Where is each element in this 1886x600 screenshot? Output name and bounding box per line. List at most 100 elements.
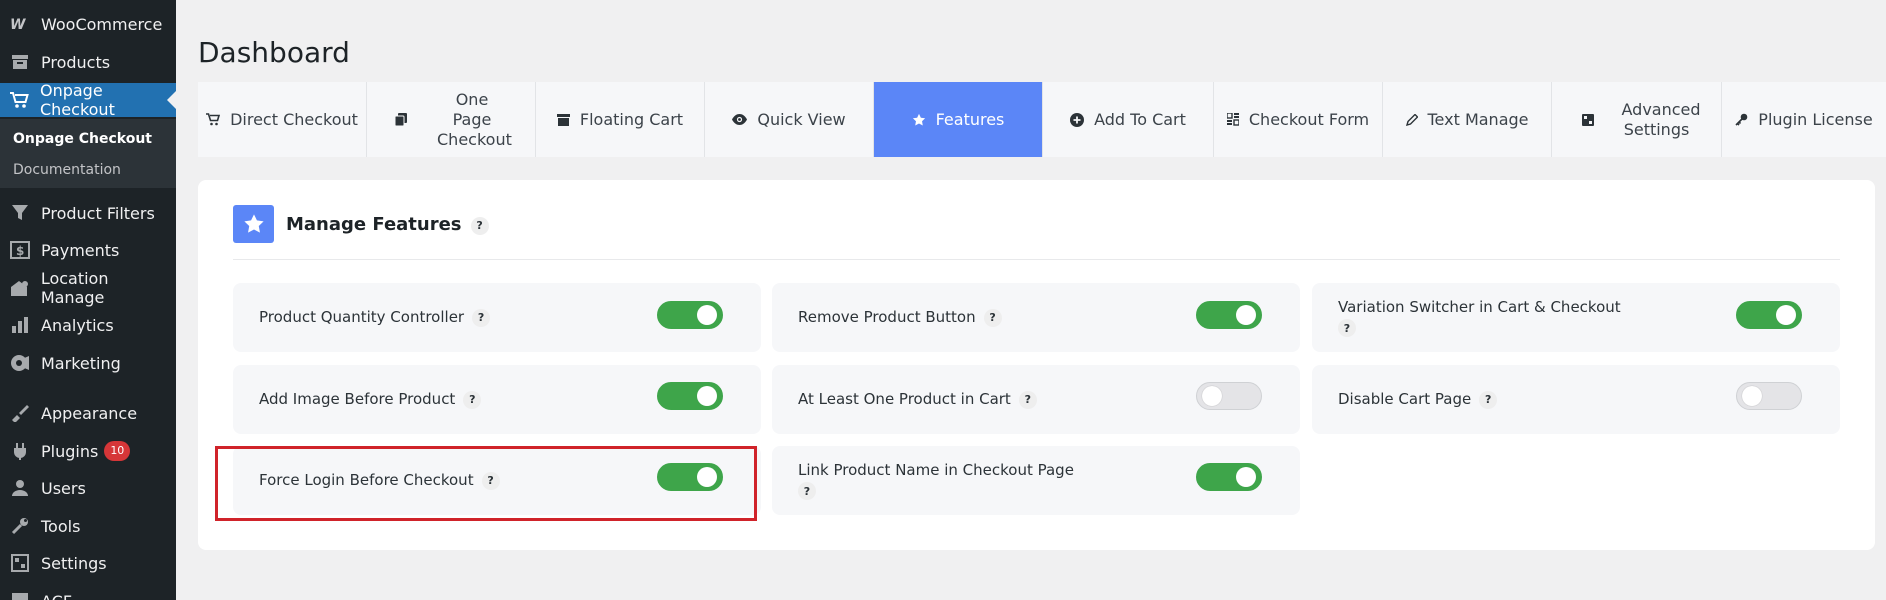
tab-label: Checkout Form [1248, 109, 1370, 129]
feature-card-product-quantity-controller: Product Quantity Controller? [233, 283, 761, 352]
feature-label: Remove Product Button [798, 308, 976, 326]
star-icon [233, 205, 274, 243]
tab-label: Floating Cart [579, 109, 684, 129]
feature-card-remove-product-button: Remove Product Button? [772, 283, 1300, 352]
archive-icon [9, 51, 31, 73]
help-icon[interactable]: ? [1018, 390, 1037, 409]
sidebar-item-label: Tools [41, 516, 81, 536]
submenu-item-onpage-checkout[interactable]: Onpage Checkout [13, 131, 152, 147]
sidebar-item-tools[interactable]: Tools [0, 509, 176, 543]
tab-label: Plugin License [1758, 109, 1873, 129]
toggle-knob [1202, 386, 1222, 406]
sidebar-item-label: Location Manage [40, 269, 109, 307]
tab-checkout-form[interactable]: Checkout Form [1214, 82, 1383, 157]
feature-card-link-product-name: Link Product Name in Checkout Page? [772, 446, 1300, 515]
add-image-before-product-toggle[interactable] [657, 382, 723, 410]
feature-card-variation-switcher: Variation Switcher in Cart & Checkout? [1312, 283, 1840, 352]
grid-icon [9, 590, 31, 600]
brush-icon [9, 402, 31, 424]
tab-add-to-cart[interactable]: Add To Cart [1043, 82, 1214, 157]
cart-icon [9, 89, 30, 111]
help-icon[interactable]: ? [983, 308, 1002, 327]
help-icon[interactable]: ? [463, 390, 482, 409]
manage-features-panel: Manage Features ? Product Quantity Contr… [198, 180, 1875, 550]
sidebar-item-woocommerce[interactable]: W WooCommerce [0, 7, 176, 41]
key-icon [1735, 113, 1748, 126]
sidebar-item-users[interactable]: Users [0, 471, 176, 505]
sidebar-item-label: Products [41, 52, 111, 72]
sidebar-item-appearance[interactable]: Appearance [0, 396, 176, 430]
sidebar-item-onpage-checkout[interactable]: Onpage Checkout [0, 81, 176, 119]
sidebar-item-label: Payments [41, 240, 120, 260]
tab-label: One Page Checkout [437, 89, 512, 149]
toggle-knob [697, 467, 717, 487]
sidebar-item-label: Product Filters [41, 203, 155, 223]
toggle-knob [1776, 305, 1796, 325]
help-icon[interactable]: ? [1479, 390, 1498, 409]
disable-cart-page-toggle[interactable] [1736, 382, 1802, 410]
tab-floating-cart[interactable]: Floating Cart [536, 82, 705, 157]
feature-label: Disable Cart Page [1338, 390, 1472, 408]
plugin-icon [9, 440, 31, 462]
tab-label: Text Manage [1427, 109, 1529, 129]
dollar-icon: $ [9, 239, 31, 261]
admin-sidebar: W WooCommerce Products Onpage Checkout O… [0, 0, 176, 600]
toggle-knob [697, 305, 717, 325]
tab-plugin-license[interactable]: Plugin License [1722, 82, 1886, 157]
at-least-one-product-toggle[interactable] [1196, 382, 1262, 410]
eye-icon [732, 114, 748, 125]
submenu-item-documentation[interactable]: Documentation [13, 162, 121, 178]
feature-label: Add Image Before Product [259, 390, 456, 408]
svg-text:$: $ [16, 244, 24, 258]
tab-label: Features [935, 109, 1005, 129]
toggle-knob [1742, 386, 1762, 406]
cart-icon [206, 113, 221, 126]
link-product-name-toggle[interactable] [1196, 463, 1262, 491]
archive-icon [556, 113, 570, 126]
help-icon[interactable]: ? [470, 216, 489, 235]
star-icon [912, 113, 926, 127]
sidebar-item-label: Settings [41, 553, 107, 573]
sidebar-item-payments[interactable]: $ Payments [0, 233, 176, 267]
feature-card-force-login-before-checkout: Force Login Before Checkout? [233, 446, 761, 515]
woocommerce-icon: W [9, 13, 31, 35]
sidebar-item-analytics[interactable]: Analytics [0, 308, 176, 342]
tab-advanced-settings[interactable]: Advanced Settings [1552, 82, 1722, 157]
settings-icon [9, 552, 31, 574]
sidebar-item-product-filters[interactable]: Product Filters [0, 196, 176, 230]
sidebar-item-settings[interactable]: Settings [0, 546, 176, 580]
tab-one-page-checkout[interactable]: One Page Checkout [367, 82, 536, 157]
sidebar-item-plugins[interactable]: Plugins 10 [0, 434, 176, 468]
help-icon[interactable]: ? [798, 482, 816, 500]
help-icon[interactable]: ? [472, 308, 491, 327]
sidebar-item-marketing[interactable]: Marketing [0, 346, 176, 380]
tab-text-manage[interactable]: Text Manage [1383, 82, 1552, 157]
svg-text:W: W [10, 17, 26, 31]
sidebar-item-acf[interactable]: ACF [0, 584, 176, 600]
sidebar-item-label: WooCommerce [41, 14, 163, 34]
sidebar-item-label: Appearance [41, 403, 138, 423]
megaphone-icon [9, 352, 31, 374]
sidebar-item-location-manage[interactable]: Location Manage [0, 269, 176, 307]
force-login-before-checkout-toggle[interactable] [657, 463, 723, 491]
help-icon[interactable]: ? [481, 471, 500, 490]
help-icon[interactable]: ? [1338, 319, 1356, 337]
tab-label: Quick View [757, 109, 846, 129]
sidebar-item-label: Onpage Checkout [39, 81, 115, 119]
remove-product-button-toggle[interactable] [1196, 301, 1262, 329]
sidebar-item-label: Plugins [41, 441, 99, 461]
update-count-badge: 10 [104, 441, 131, 461]
feature-label: Link Product Name in Checkout Page [798, 461, 1074, 479]
feature-card-add-image-before-product: Add Image Before Product? [233, 365, 761, 434]
panel-title: Manage Features [286, 214, 462, 235]
sidebar-submenu: Onpage Checkout Documentation [0, 119, 176, 188]
pen-icon [1405, 113, 1418, 126]
variation-switcher-toggle[interactable] [1736, 301, 1802, 329]
product-quantity-controller-toggle[interactable] [657, 301, 723, 329]
feature-label: Product Quantity Controller [259, 308, 465, 326]
tab-quick-view[interactable]: Quick View [705, 82, 874, 157]
tab-direct-checkout[interactable]: Direct Checkout [198, 82, 367, 157]
sidebar-item-products[interactable]: Products [0, 45, 176, 79]
tab-features[interactable]: Features [874, 82, 1043, 157]
feature-label: At Least One Product in Cart [798, 390, 1011, 408]
